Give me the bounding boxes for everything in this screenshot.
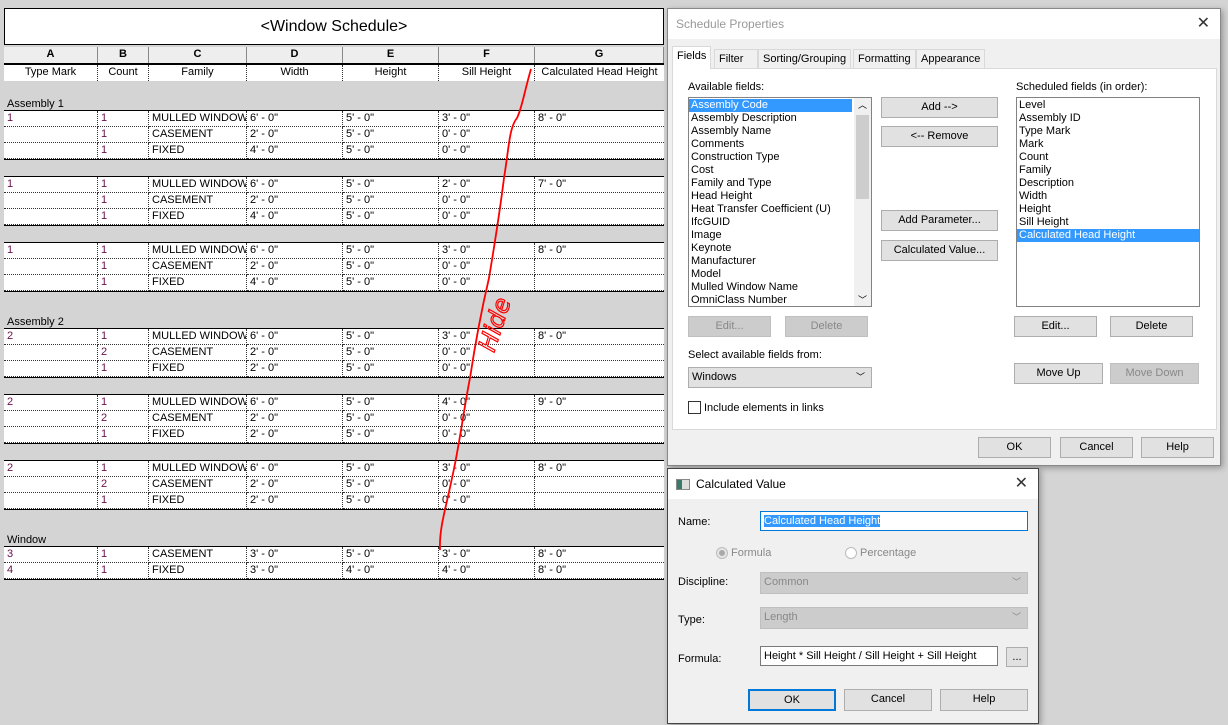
add-parameter-button[interactable]: Add Parameter... bbox=[881, 210, 998, 231]
chevron-down-icon: ﹀ bbox=[1011, 612, 1021, 622]
close-icon[interactable]: ✕ bbox=[1015, 469, 1028, 499]
add-button[interactable]: Add --> bbox=[881, 97, 998, 118]
help-button[interactable]: Help bbox=[940, 689, 1028, 711]
available-field-item[interactable]: Cost bbox=[689, 164, 852, 177]
scheduled-field-item[interactable]: Description bbox=[1017, 177, 1199, 190]
formula-label: Formula: bbox=[678, 653, 722, 665]
dialog-title: Calculated Value bbox=[696, 477, 786, 491]
scheduled-field-item[interactable]: Calculated Head Height bbox=[1017, 229, 1199, 242]
formula-radio-label: Formula bbox=[731, 547, 772, 559]
help-button[interactable]: Help bbox=[1141, 437, 1214, 458]
discipline-label: Discipline: bbox=[678, 576, 729, 588]
annotation-hide-text: Hide bbox=[473, 294, 517, 355]
remove-button[interactable]: <-- Remove bbox=[881, 126, 998, 147]
include-links-checkbox[interactable] bbox=[688, 401, 701, 414]
window-schedule: <Window Schedule> ABCDEFG Type Mark Count… bbox=[4, 8, 664, 580]
edit-scheduled-button[interactable]: Edit... bbox=[1014, 316, 1097, 337]
cell: FIXED bbox=[149, 563, 247, 579]
cell: 1 bbox=[98, 563, 149, 579]
name-label: Name: bbox=[678, 516, 711, 528]
name-value: Calculated Head Height bbox=[764, 515, 881, 527]
move-up-button[interactable]: Move Up bbox=[1014, 363, 1103, 384]
delete-available-button[interactable]: Delete bbox=[785, 316, 868, 337]
formula-browse-button[interactable]: ... bbox=[1006, 647, 1028, 667]
delete-scheduled-button[interactable]: Delete bbox=[1110, 316, 1193, 337]
include-links-label: Include elements in links bbox=[704, 402, 824, 414]
calculated-value-button[interactable]: Calculated Value... bbox=[881, 240, 998, 261]
schedule-properties-dialog: Schedule Properties ✕ Fields Filter Sorti… bbox=[667, 8, 1221, 466]
available-field-item[interactable]: Assembly Name bbox=[689, 125, 852, 138]
available-fields-list[interactable]: Assembly Code Assembly Description Assembl… bbox=[688, 97, 872, 307]
scroll-thumb[interactable] bbox=[856, 115, 869, 199]
name-input[interactable]: Calculated Head Height bbox=[760, 511, 1028, 531]
table-row[interactable]: 4 1 FIXED 3' - 0" 4' - 0" 4' - 0" 8' - 0" bbox=[4, 563, 664, 579]
dialog-title: Schedule Properties bbox=[676, 17, 785, 31]
scheduled-field-item[interactable]: Mark bbox=[1017, 138, 1199, 151]
close-icon[interactable]: ✕ bbox=[1197, 9, 1210, 39]
type-label: Type: bbox=[678, 614, 705, 626]
cell: 3' - 0" bbox=[247, 563, 343, 579]
available-field-item[interactable]: Heat Transfer Coefficient (U) bbox=[689, 203, 852, 216]
scheduled-field-item[interactable]: Family bbox=[1017, 164, 1199, 177]
tab-formatting[interactable]: Formatting bbox=[853, 49, 916, 68]
calculated-value-dialog: Calculated Value ✕ Name: Calculated Head … bbox=[667, 468, 1039, 724]
chevron-down-icon: ﹀ bbox=[855, 372, 865, 382]
tab-fields[interactable]: Fields bbox=[672, 46, 712, 69]
available-field-item[interactable]: Model bbox=[689, 268, 852, 281]
scheduled-field-item[interactable]: Height bbox=[1017, 203, 1199, 216]
scroll-down-icon[interactable]: ﹀ bbox=[854, 293, 871, 306]
cancel-button[interactable]: Cancel bbox=[1060, 437, 1133, 458]
cell: 4' - 0" bbox=[343, 563, 439, 579]
scroll-up-icon[interactable]: ︿ bbox=[854, 98, 871, 111]
discipline-value: Common bbox=[764, 576, 809, 588]
formula-radio[interactable] bbox=[716, 547, 728, 559]
percentage-radio[interactable] bbox=[845, 547, 857, 559]
type-value: Length bbox=[764, 611, 798, 623]
available-field-item[interactable]: Keynote bbox=[689, 242, 852, 255]
available-field-item[interactable]: Image bbox=[689, 229, 852, 242]
available-field-item[interactable]: OmniClass Number bbox=[689, 294, 852, 306]
cell: 8' - 0" bbox=[535, 563, 664, 579]
available-field-item[interactable]: IfcGUID bbox=[689, 216, 852, 229]
available-field-item[interactable]: Mulled Window Name bbox=[689, 281, 852, 294]
ok-button[interactable]: OK bbox=[748, 689, 836, 711]
scheduled-fields-label: Scheduled fields (in order): bbox=[1016, 81, 1148, 93]
type-dropdown[interactable]: Length ﹀ bbox=[760, 607, 1028, 629]
available-field-item[interactable]: Assembly Code bbox=[689, 99, 852, 112]
select-from-label: Select available fields from: bbox=[688, 349, 822, 361]
select-from-dropdown[interactable]: Windows ﹀ bbox=[688, 367, 872, 388]
window-icon bbox=[676, 479, 690, 491]
available-field-item[interactable]: Family and Type bbox=[689, 177, 852, 190]
tab-sorting-grouping[interactable]: Sorting/Grouping bbox=[758, 49, 852, 68]
formula-input[interactable]: Height * Sill Height / Sill Height + Sil… bbox=[760, 646, 998, 666]
select-from-value: Windows bbox=[692, 371, 737, 383]
chevron-down-icon: ﹀ bbox=[1011, 577, 1021, 587]
cancel-button[interactable]: Cancel bbox=[844, 689, 932, 711]
available-field-item[interactable]: Construction Type bbox=[689, 151, 852, 164]
scheduled-field-item[interactable]: Assembly ID bbox=[1017, 112, 1199, 125]
scheduled-field-item[interactable]: Level bbox=[1017, 99, 1199, 112]
edit-available-button[interactable]: Edit... bbox=[688, 316, 771, 337]
cell: 4 bbox=[4, 563, 98, 579]
percentage-radio-label: Percentage bbox=[860, 547, 917, 559]
move-down-button[interactable]: Move Down bbox=[1110, 363, 1199, 384]
ok-button[interactable]: OK bbox=[978, 437, 1051, 458]
available-fields-label: Available fields: bbox=[688, 81, 765, 93]
discipline-dropdown[interactable]: Common ﹀ bbox=[760, 572, 1028, 594]
available-field-item[interactable]: Assembly Description bbox=[689, 112, 852, 125]
scheduled-field-item[interactable]: Sill Height bbox=[1017, 216, 1199, 229]
red-annotation: Hide bbox=[439, 68, 532, 551]
scheduled-field-item[interactable]: Width bbox=[1017, 190, 1199, 203]
tab-filter[interactable]: Filter bbox=[714, 49, 758, 68]
scheduled-field-item[interactable]: Type Mark bbox=[1017, 125, 1199, 138]
scrollbar[interactable]: ︿ ﹀ bbox=[854, 98, 871, 306]
scheduled-fields-list[interactable]: Level Assembly ID Type Mark Mark Count Family… bbox=[1016, 97, 1200, 307]
scheduled-field-item[interactable]: Count bbox=[1017, 151, 1199, 164]
available-field-item[interactable]: Manufacturer bbox=[689, 255, 852, 268]
available-field-item[interactable]: Comments bbox=[689, 138, 852, 151]
cell: 4' - 0" bbox=[439, 563, 535, 579]
tab-appearance[interactable]: Appearance bbox=[916, 49, 986, 68]
available-field-item[interactable]: Head Height bbox=[689, 190, 852, 203]
